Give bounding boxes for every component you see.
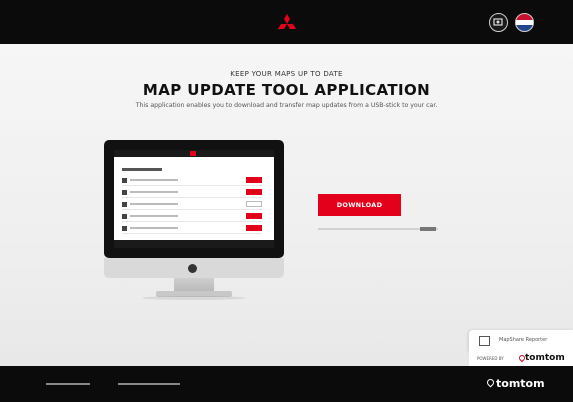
screen-title-line — [122, 168, 162, 171]
account-icon[interactable] — [489, 13, 508, 32]
footer-link-2[interactable] — [118, 383, 180, 385]
row-text — [130, 227, 178, 229]
mapshare-reporter-panel[interactable]: MapShare Reporter — [469, 330, 573, 352]
row-button — [246, 213, 262, 219]
edit-note-icon — [479, 336, 490, 346]
screen-list-row — [122, 200, 262, 210]
screen-list-row — [122, 176, 262, 186]
powered-by-label: POWERED BY — [477, 356, 504, 361]
monitor-screen — [114, 150, 274, 248]
row-icon — [122, 202, 127, 207]
screen-footer-bar — [114, 240, 274, 248]
row-text — [130, 179, 178, 181]
language-flag-icon[interactable] — [515, 13, 534, 32]
footer-tomtom-logo[interactable]: tomtom — [496, 377, 545, 390]
screen-list-row — [122, 224, 262, 234]
top-bar — [0, 0, 573, 44]
row-icon — [122, 226, 127, 231]
hero-description: This application enables you to download… — [135, 102, 438, 109]
powered-by-tomtom: POWERED BY tomtom — [469, 352, 573, 366]
monitor-shadow — [142, 296, 246, 300]
mapshare-label: MapShare Reporter — [499, 337, 548, 343]
row-button — [246, 225, 262, 231]
screen-logo-icon — [190, 151, 196, 156]
monitor-stand — [174, 278, 214, 292]
row-text — [130, 191, 178, 193]
row-icon — [122, 214, 127, 219]
download-button[interactable]: DOWNLOAD — [318, 194, 401, 216]
row-text — [130, 203, 178, 205]
row-button — [246, 177, 262, 183]
row-icon — [122, 178, 127, 183]
row-button — [246, 201, 262, 207]
mitsubishi-logo[interactable] — [276, 10, 298, 38]
footer-link-1[interactable] — [46, 383, 90, 385]
system-requirements-link[interactable] — [420, 227, 436, 231]
row-text — [130, 215, 178, 217]
apple-logo-icon — [188, 264, 197, 273]
tomtom-logo: tomtom — [525, 353, 565, 363]
screen-list-row — [122, 212, 262, 222]
row-button — [246, 189, 262, 195]
row-icon — [122, 190, 127, 195]
screen-header-bar — [114, 150, 274, 157]
screen-list-row — [122, 188, 262, 198]
hero-kicker: KEEP YOUR MAPS UP TO DATE — [230, 70, 343, 78]
page-title: MAP UPDATE TOOL APPLICATION — [142, 81, 431, 99]
